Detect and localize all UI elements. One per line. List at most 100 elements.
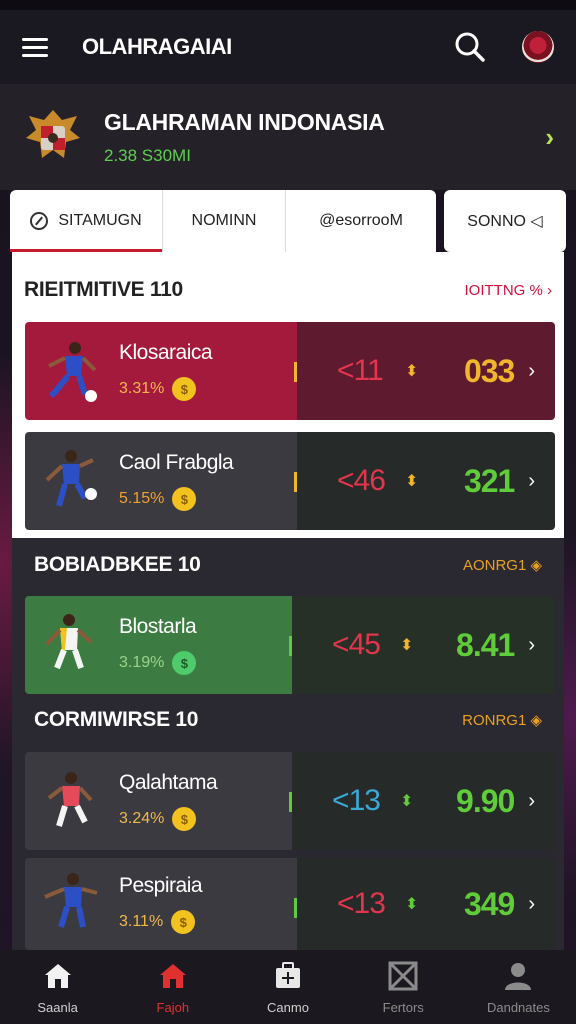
updown-icon: ⬍	[400, 793, 414, 810]
section-header: CORMIWIRSE 10 RONRG1 ◈	[34, 700, 542, 740]
divider-mark	[294, 362, 297, 382]
tab-group: SITAMUGN NOMINN @esorrooM	[10, 190, 436, 252]
chevron-right-icon[interactable]: ›	[528, 470, 535, 493]
user-icon	[505, 962, 532, 990]
player-icon	[45, 614, 93, 670]
team-subtitle: 2.38 S30MI	[104, 145, 191, 165]
match-row[interactable]: Qalahtama 3.24% $ <13 ⬍ 9.90 ›	[25, 752, 555, 850]
section-header: RIEITMITIVE 110 IOITTNG % ›	[24, 270, 552, 310]
home-icon	[44, 963, 71, 988]
search-icon[interactable]	[452, 29, 488, 65]
player-icon	[47, 772, 93, 827]
score-value: 033	[463, 352, 515, 389]
team-name: GLAHRAMAN INDONASIA	[104, 108, 385, 135]
row-left: Qalahtama 3.24% $	[25, 752, 293, 850]
row-right: <11 ⬍ 033 ›	[297, 322, 555, 420]
tab-label: SONNO ◁	[467, 213, 543, 230]
divider-mark	[289, 792, 293, 812]
status-bar	[0, 0, 576, 10]
updown-icon: ⬍	[400, 637, 414, 654]
player-icon	[44, 873, 98, 928]
row-right: <13 ⬍ 9.90 ›	[292, 752, 555, 850]
row-pct: 3.11% $	[119, 910, 202, 934]
score-value: 8.41	[456, 626, 515, 663]
player-icon	[45, 450, 97, 507]
section-title: BOBIADBKEE 10	[34, 553, 201, 576]
section-link[interactable]: RONRG1 ◈	[462, 711, 542, 729]
profile-badge-icon[interactable]	[522, 31, 554, 63]
section-title: RIEITMITIVE 110	[24, 278, 183, 301]
row-pct: 5.15% $	[119, 487, 233, 511]
tab-nominn[interactable]: NOMINN	[162, 190, 285, 252]
row-name: Blostarla	[119, 615, 197, 638]
chevron-right-icon[interactable]: ›	[528, 790, 535, 813]
bottom-nav: Saanla Fajoh Canmo Fertors Dandnates	[0, 950, 576, 1024]
row-name: Caol Frabgla	[119, 451, 234, 474]
odds-value: <13	[332, 784, 381, 817]
team-banner[interactable]: GLAHRAMAN INDONASIA 2.38 S30MI ›	[0, 84, 576, 190]
chevron-right-icon[interactable]: ›	[528, 893, 535, 916]
row-right: <13 ⬍ 349 ›	[297, 858, 555, 950]
tab-label: @esorrooM	[319, 212, 403, 229]
divider-mark	[294, 898, 297, 918]
row-right: <45 ⬍ 8.41 ›	[292, 596, 555, 694]
nav-item-canmo[interactable]: Canmo	[230, 950, 345, 1024]
tab-sonno[interactable]: SONNO ◁	[444, 190, 566, 252]
chevron-right-icon[interactable]: ›	[528, 634, 535, 657]
match-row[interactable]: Klosaraica 3.31% $ <11 ⬍ 033 ›	[25, 322, 555, 420]
score-value: 9.90	[456, 782, 515, 819]
coin-icon: $	[171, 910, 196, 934]
nav-item-saanla[interactable]: Saanla	[0, 950, 115, 1024]
row-pct: 3.19% $	[119, 651, 197, 675]
score-value: 349	[463, 885, 515, 922]
coin-icon: $	[172, 487, 197, 511]
coin-icon: $	[172, 651, 197, 675]
match-row[interactable]: Caol Frabgla 5.15% $ <46 ⬍ 321 ›	[25, 432, 555, 530]
section-link[interactable]: IOITTNG % ›	[465, 282, 553, 299]
coin-icon: $	[172, 377, 197, 401]
updown-icon: ⬍	[405, 473, 419, 490]
nav-item-fajoh[interactable]: Fajoh	[115, 950, 230, 1024]
updown-icon: ⬍	[405, 363, 419, 380]
tab-esorroom[interactable]: @esorrooM	[285, 190, 436, 252]
row-left: Klosaraica 3.31% $	[25, 322, 297, 420]
score-value: 321	[463, 462, 515, 499]
section-title: CORMIWIRSE 10	[34, 708, 199, 731]
match-row[interactable]: Blostarla 3.19% $ <45 ⬍ 8.41 ›	[25, 596, 555, 694]
row-name: Pespiraia	[119, 874, 203, 897]
nav-label: Fertors	[382, 999, 424, 1015]
menu-icon[interactable]	[22, 31, 54, 63]
nav-item-fertors[interactable]: Fertors	[346, 950, 461, 1024]
odds-value: <13	[337, 887, 386, 920]
garuda-emblem-icon	[26, 110, 80, 158]
section-link[interactable]: AONRG1 ◈	[463, 556, 542, 574]
row-name: Klosaraica	[119, 341, 213, 364]
row-left: Caol Frabgla 5.15% $	[25, 432, 297, 530]
tab-sitamugn[interactable]: SITAMUGN	[10, 190, 162, 252]
grid-icon	[388, 961, 418, 990]
row-right: <46 ⬍ 321 ›	[297, 432, 555, 530]
tab-label: SITAMUGN	[58, 212, 142, 229]
chevron-right-icon[interactable]: ›	[545, 122, 554, 153]
tab-bar: SITAMUGN NOMINN @esorrooM SONNO ◁	[10, 190, 566, 252]
row-left: Pespiraia 3.11% $	[25, 858, 297, 950]
odds-value: <45	[332, 628, 381, 661]
row-pct: 3.24% $	[119, 807, 217, 831]
app-title: OLAHRAGAIAI	[82, 34, 232, 59]
nav-label: Saanla	[37, 999, 78, 1015]
chevron-right-icon[interactable]: ›	[528, 360, 535, 383]
clock-icon	[30, 212, 49, 230]
nav-label: Canmo	[267, 999, 309, 1015]
home-icon	[159, 963, 186, 988]
bag-icon	[276, 961, 300, 988]
tab-label: NOMINN	[191, 212, 257, 229]
match-row[interactable]: Pespiraia 3.11% $ <13 ⬍ 349 ›	[25, 858, 555, 950]
odds-value: <11	[337, 354, 384, 387]
updown-icon: ⬍	[405, 896, 419, 913]
nav-item-dandnates[interactable]: Dandnates	[461, 950, 576, 1024]
section-header: BOBIADBKEE 10 AONRG1 ◈	[34, 545, 542, 585]
nav-label: Fajoh	[156, 999, 190, 1015]
divider-mark	[289, 636, 293, 656]
coin-icon: $	[172, 807, 197, 831]
app-bar: OLAHRAGAIAI	[0, 10, 576, 84]
